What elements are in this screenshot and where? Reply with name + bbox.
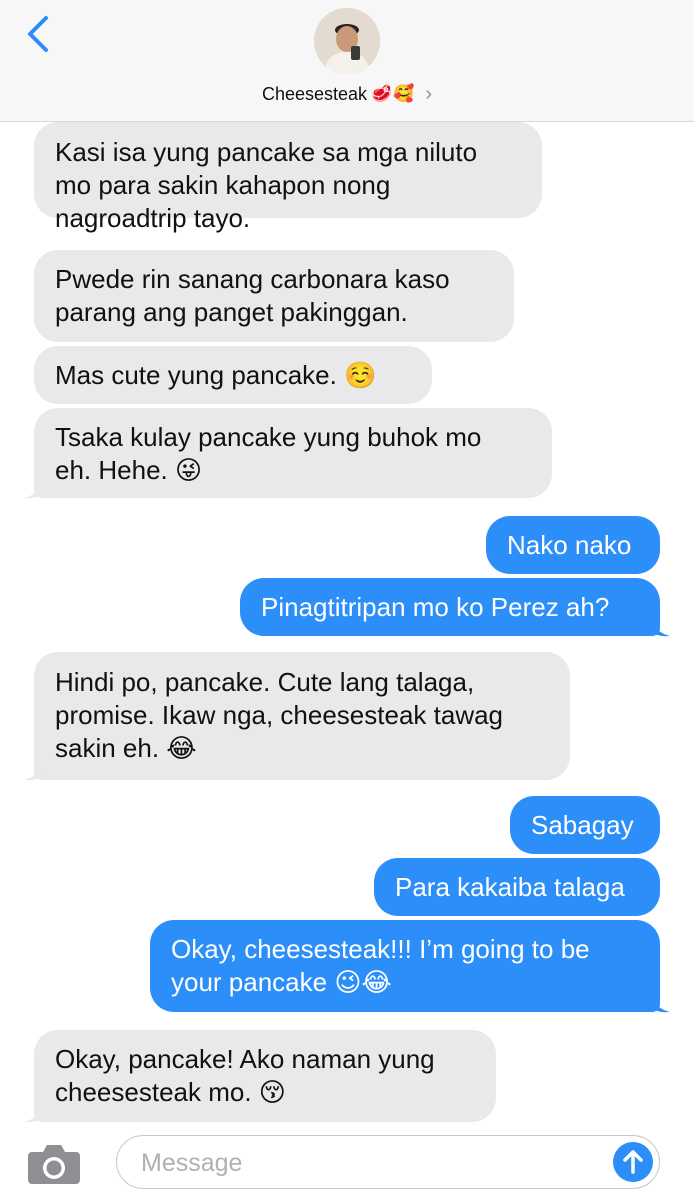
contact-avatar[interactable]	[314, 8, 380, 74]
message-input[interactable]	[139, 1142, 603, 1184]
message-bubble-outgoing[interactable]: Nako nako	[486, 516, 660, 574]
back-button[interactable]	[22, 14, 58, 54]
message-bubble-incoming[interactable]: Okay, pancake! Ako naman yung cheesestea…	[34, 1030, 496, 1122]
chevron-left-icon	[28, 16, 48, 52]
message-bubble-outgoing[interactable]: Sabagay	[510, 796, 660, 854]
contact-name: Cheesesteak	[261, 83, 368, 104]
message-bubble-incoming[interactable]: Pwede rin sanang carbonara kaso parang a…	[34, 250, 514, 342]
message-bubble-incoming[interactable]: Tsaka kulay pancake yung buhok mo eh. He…	[34, 408, 552, 498]
message-bubble-outgoing[interactable]: Okay, cheesesteak!!! I’m going to be you…	[150, 920, 660, 1012]
chevron-right-icon: ›	[425, 82, 433, 105]
message-bubble-incoming[interactable]: Mas cute yung pancake. ☺️	[34, 346, 432, 404]
contact-name-row[interactable]: Cheesesteak 🥩🥰 ›	[0, 80, 694, 108]
arrow-up-icon	[623, 1150, 643, 1174]
bubble-tail-incoming	[24, 474, 48, 499]
send-button[interactable]	[613, 1142, 653, 1182]
message-bubble-incoming[interactable]: Hindi po, pancake. Cute lang talaga, pro…	[34, 652, 570, 780]
bubble-tail-incoming	[24, 1098, 48, 1123]
camera-icon	[28, 1145, 80, 1184]
message-composer	[0, 1122, 694, 1200]
camera-button[interactable]	[26, 1142, 82, 1186]
message-field[interactable]	[116, 1135, 660, 1189]
bubble-tail-outgoing	[646, 988, 670, 1013]
conversation-header: Cheesesteak 🥩🥰 ›	[0, 0, 694, 122]
message-bubble-outgoing[interactable]: Pinagtitripan mo ko Perez ah?	[240, 578, 660, 636]
message-bubble-outgoing[interactable]: Para kakaiba talaga	[374, 858, 660, 916]
bubble-tail-incoming	[24, 756, 48, 781]
bubble-tail-outgoing	[646, 612, 670, 637]
contact-emojis: 🥩🥰	[371, 84, 416, 103]
message-bubble-incoming[interactable]: Kasi isa yung pancake sa mga niluto mo p…	[34, 122, 542, 233]
avatar-photo	[314, 8, 380, 74]
